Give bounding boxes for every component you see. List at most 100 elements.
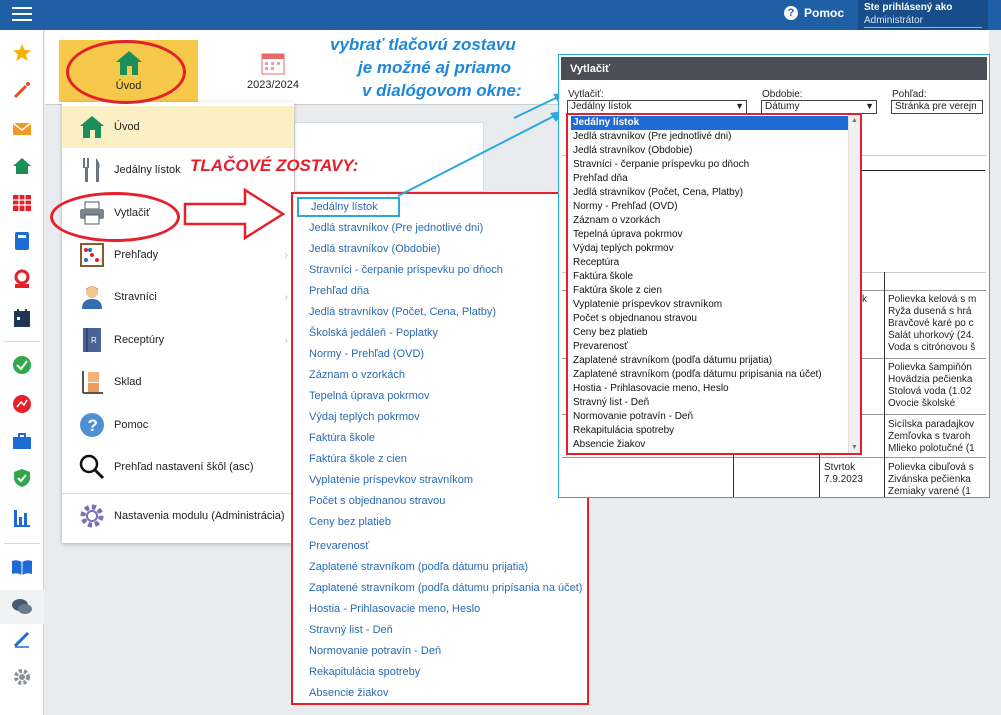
- dropdown-option[interactable]: Zaplatené stravníkom (podľa dátumu pripí…: [571, 368, 848, 382]
- check-icon[interactable]: [11, 354, 33, 376]
- star-icon[interactable]: [11, 42, 33, 64]
- help-label: Pomoc: [804, 6, 845, 20]
- print-item[interactable]: Záznam o vzorkách: [309, 369, 405, 381]
- briefcase-icon[interactable]: [11, 430, 33, 452]
- grid-icon[interactable]: [11, 192, 33, 214]
- dropdown-option[interactable]: Zaplatené stravníkom (podľa dátumu prija…: [571, 354, 848, 368]
- table-cell: Šalát uhorkový (24.: [888, 330, 975, 341]
- dropdown-option[interactable]: Stravný list - Deň: [571, 396, 848, 410]
- print-item[interactable]: Ceny bez platieb: [309, 516, 391, 528]
- print-item[interactable]: Stravný list - Deň: [309, 624, 393, 636]
- menu-item-stravnici[interactable]: Stravníci ›: [62, 276, 294, 318]
- print-item[interactable]: Faktúra škole: [309, 432, 375, 444]
- school-year-label: 2023/2024: [247, 79, 299, 91]
- print-item[interactable]: Zaplatené stravníkom (podľa dátumu pripí…: [309, 582, 582, 594]
- menu-divider: [62, 493, 294, 494]
- sidebar-divider: [4, 341, 40, 342]
- dropdown-option[interactable]: Stravníci - čerpanie príspevku po dňoch: [571, 158, 848, 172]
- table-cell: Polievka kelová s m: [888, 294, 977, 305]
- settings-icon[interactable]: [11, 666, 33, 688]
- dropdown-option[interactable]: Normy - Prehľad (OVD): [571, 200, 848, 214]
- menu-item-pomoc[interactable]: ? Pomoc: [62, 404, 294, 446]
- vytlacit-label: Vytlačiť:: [568, 89, 604, 100]
- print-item[interactable]: Počet s objednanou stravou: [309, 495, 445, 507]
- dropdown-option[interactable]: Hostia - Prihlasovacie meno, Heslo: [571, 382, 848, 396]
- print-item[interactable]: Zaplatené stravníkom (podľa dátumu prija…: [309, 561, 528, 573]
- print-item[interactable]: Tepelná úprava pokrmov: [309, 390, 429, 402]
- dropdown-option[interactable]: Záznam o vzorkách: [571, 214, 848, 228]
- vytlacit-select[interactable]: Jedálny lístok ▼: [567, 100, 747, 114]
- dropdown-option[interactable]: Receptúra: [571, 256, 848, 270]
- table-cell: Zemiaky varené (1: [888, 486, 971, 497]
- obdobie-select[interactable]: Dátumy ▼: [761, 100, 877, 114]
- dropdown-option[interactable]: Jedlá stravníkov (Obdobie): [571, 144, 848, 158]
- print-item[interactable]: Vyplatenie príspevkov stravníkom: [309, 474, 473, 486]
- print-item[interactable]: Stravníci - čerpanie príspevku po dňoch: [309, 264, 503, 276]
- pen-icon[interactable]: [11, 628, 33, 650]
- dropdown-scrollbar[interactable]: ▲ ▼: [848, 115, 860, 453]
- dropdown-option[interactable]: Prehľad dňa: [571, 172, 848, 186]
- menu-item-nastavenia-modulu[interactable]: Nastavenia modulu (Administrácia): [62, 495, 294, 537]
- table-cell: Mlieko polotučné (1: [888, 443, 975, 454]
- print-item[interactable]: Jedlá stravníkov (Pre jednotlivé dni): [309, 222, 483, 234]
- dropdown-option[interactable]: Normovanie potravín - Deň: [571, 410, 848, 424]
- dropdown-option[interactable]: Jedlá stravníkov (Pre jednotlivé dni): [571, 130, 848, 144]
- highlight-oval-home: [66, 40, 186, 104]
- help-icon: ?: [784, 6, 798, 20]
- dropdown-option[interactable]: Vyplatenie príspevkov stravníkom: [571, 298, 848, 312]
- dropdown-option[interactable]: Jedálny lístok: [571, 116, 848, 130]
- print-item[interactable]: Normovanie potravín - Deň: [309, 645, 441, 657]
- dropdown-option[interactable]: Počet s objednanou stravou: [571, 312, 848, 326]
- book-side-icon[interactable]: [11, 230, 33, 252]
- dropdown-option[interactable]: Faktúra škole: [571, 270, 848, 284]
- print-item[interactable]: Školská jedáleň - Poplatky: [309, 327, 438, 339]
- scroll-down-icon[interactable]: ▼: [851, 444, 858, 451]
- menu-item-sklad[interactable]: Sklad: [62, 361, 294, 403]
- table-cell: Hovädzia pečienka: [888, 374, 973, 385]
- calendar-icon[interactable]: [11, 307, 33, 329]
- menu-item-receptury[interactable]: R Receptúry ›: [62, 319, 294, 361]
- magic-wand-icon[interactable]: [11, 79, 33, 101]
- print-item[interactable]: Rekapitulácia spotreby: [309, 666, 420, 678]
- menu-item-prehlad-nastaveni[interactable]: Prehľad nastavení škôl (asc): [62, 446, 294, 488]
- dropdown-option[interactable]: Tepelná úprava pokrmov: [571, 228, 848, 242]
- chart-circle-icon[interactable]: [11, 393, 33, 415]
- dropdown-option[interactable]: Rekapitulácia spotreby: [571, 424, 848, 438]
- dropdown-option[interactable]: Výdaj teplých pokrmov: [571, 242, 848, 256]
- print-item[interactable]: Absencie žiakov: [309, 687, 389, 699]
- print-item[interactable]: Jedlá stravníkov (Počet, Cena, Platby): [309, 306, 496, 318]
- chat-icon[interactable]: [0, 590, 44, 624]
- mail-icon[interactable]: [11, 118, 33, 140]
- print-item[interactable]: Normy - Prehľad (OVD): [309, 348, 424, 360]
- open-book-icon[interactable]: [11, 556, 33, 578]
- shield-icon[interactable]: [11, 467, 33, 489]
- bar-chart-icon[interactable]: [11, 507, 33, 529]
- dropdown-option[interactable]: Absencie žiakov: [571, 438, 848, 452]
- table-cell: Žemľovka s tvaroh: [888, 431, 971, 442]
- school-year-tile[interactable]: 2023/2024: [228, 40, 318, 102]
- abacus-icon: [78, 241, 106, 269]
- dropdown-option[interactable]: Faktúra škole z cien: [571, 284, 848, 298]
- print-item[interactable]: Faktúra škole z cien: [309, 453, 407, 465]
- home-side-icon[interactable]: [11, 155, 33, 177]
- print-item[interactable]: Hostia - Prihlasovacie meno, Heslo: [309, 603, 480, 615]
- pohlad-select[interactable]: Stránka pre verejn: [891, 100, 983, 114]
- table-cell: k: [862, 294, 867, 305]
- print-item[interactable]: Jedlá stravníkov (Obdobie): [309, 243, 440, 255]
- person-side-icon[interactable]: [11, 268, 33, 290]
- menu-item-uvod[interactable]: Úvod: [62, 106, 294, 148]
- print-item[interactable]: Prehľad dňa: [309, 285, 369, 297]
- dropdown-option[interactable]: Jedlá stravníkov (Počet, Cena, Platby): [571, 186, 848, 200]
- menu-item-label: Prehľady: [114, 249, 159, 261]
- print-item[interactable]: Výdaj teplých pokrmov: [309, 411, 420, 423]
- print-item[interactable]: Prevarenosť: [309, 540, 369, 552]
- dropdown-option[interactable]: Prevarenosť: [571, 340, 848, 354]
- user-box[interactable]: Ste prihlásený ako Administrátor: [858, 0, 988, 30]
- svg-text:?: ?: [88, 416, 98, 435]
- scroll-up-icon[interactable]: ▲: [851, 117, 858, 124]
- hamburger-menu-icon[interactable]: [12, 7, 32, 23]
- help-button[interactable]: ? Pomoc: [784, 6, 844, 20]
- dropdown-option[interactable]: Ceny bez platieb: [571, 326, 848, 340]
- menu-item-label: Prehľad nastavení škôl (asc): [114, 461, 254, 473]
- user-role-select[interactable]: Administrátor: [864, 15, 982, 28]
